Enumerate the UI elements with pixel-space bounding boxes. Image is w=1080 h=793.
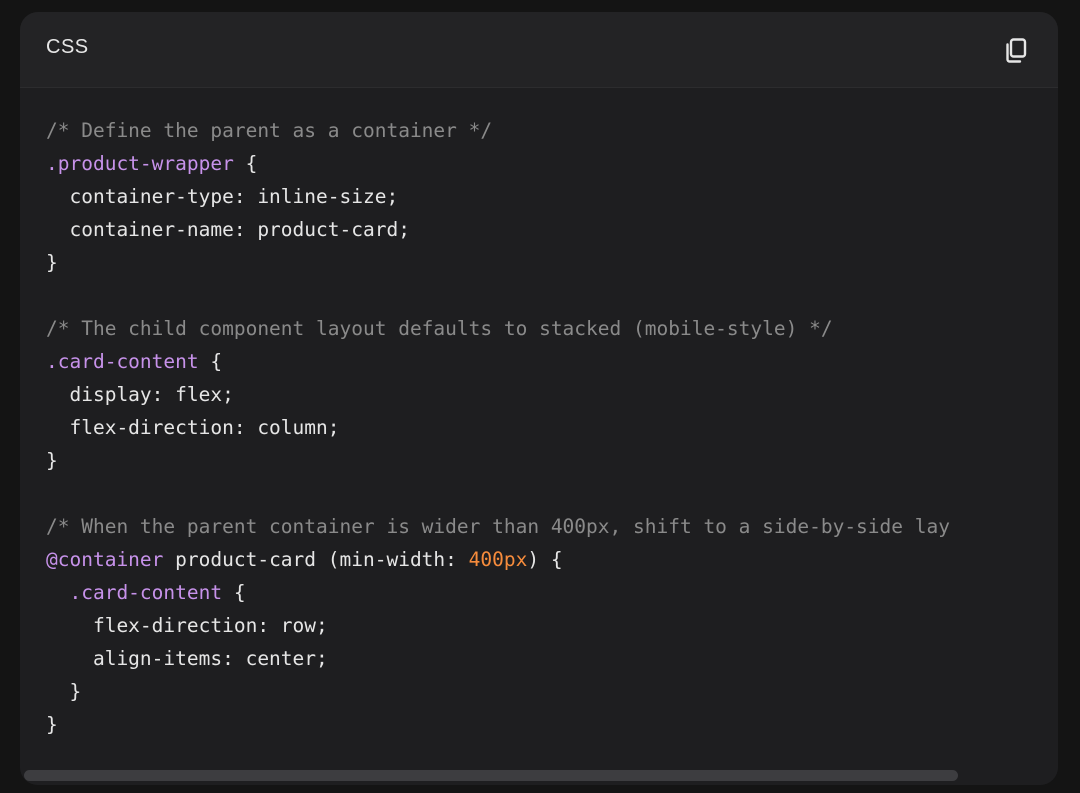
- code-line: flex-direction: column;: [46, 411, 1058, 444]
- code-token-selector: .product-wrapper: [46, 152, 234, 175]
- code-line: /* When the parent container is wider th…: [46, 510, 1058, 543]
- code-line: .card-content {: [46, 345, 1058, 378]
- horizontal-scrollbar[interactable]: [20, 766, 1058, 785]
- code-line: /* The child component layout defaults t…: [46, 312, 1058, 345]
- code-line: align-items: center;: [46, 642, 1058, 675]
- code-token-plain: {: [198, 350, 223, 373]
- code-token-number: 400px: [468, 548, 528, 571]
- code-line: /* Define the parent as a container */: [46, 114, 1058, 147]
- code-block: CSS /* Define the parent as a container …: [20, 12, 1058, 785]
- code-line: }: [46, 708, 1058, 741]
- code-line: }: [46, 246, 1058, 279]
- code-line: }: [46, 444, 1058, 477]
- code-token-comment: /* When the parent container is wider th…: [46, 515, 950, 538]
- code-line: container-name: product-card;: [46, 213, 1058, 246]
- code-token-selector: .card-content: [46, 350, 199, 373]
- code-line: flex-direction: row;: [46, 609, 1058, 642]
- code-line: container-type: inline-size;: [46, 180, 1058, 213]
- code-line: display: flex;: [46, 378, 1058, 411]
- code-line: }: [46, 675, 1058, 708]
- code-token-plain: flex-direction: row;: [46, 614, 328, 637]
- code-token-plain: align-items: center;: [46, 647, 328, 670]
- code-token-plain: }: [46, 449, 58, 472]
- code-text: /* Define the parent as a container */ .p…: [20, 88, 1058, 741]
- code-line: @container product-card (min-width: 400p…: [46, 543, 1058, 576]
- code-line: .card-content {: [46, 576, 1058, 609]
- code-token-plain: product-card (min-width:: [163, 548, 469, 571]
- code-token-plain: {: [222, 581, 246, 604]
- code-token-plain: container-type: inline-size;: [46, 185, 399, 208]
- code-token-plain: ) {: [527, 548, 563, 571]
- code-token-selector: .card-content: [69, 581, 223, 604]
- copy-button[interactable]: [1004, 38, 1028, 64]
- copy-icon: [1006, 38, 1027, 63]
- code-token-plain: }: [46, 680, 82, 703]
- code-line: .product-wrapper {: [46, 147, 1058, 180]
- code-block-header: CSS: [20, 12, 1058, 88]
- code-token-comment: /* Define the parent as a container */: [46, 119, 493, 142]
- code-area[interactable]: /* Define the parent as a container */ .p…: [20, 88, 1058, 766]
- code-token-plain: }: [46, 251, 58, 274]
- code-token-plain: }: [46, 713, 58, 736]
- code-token-comment: /* The child component layout defaults t…: [46, 317, 833, 340]
- scrollbar-thumb[interactable]: [24, 770, 958, 781]
- code-token-keyword: @container: [46, 548, 164, 571]
- code-token-plain: flex-direction: column;: [46, 416, 340, 439]
- code-token-plain: {: [233, 152, 258, 175]
- code-token-plain: container-name: product-card;: [46, 218, 410, 241]
- code-token-plain: display: flex;: [46, 383, 234, 406]
- language-label: CSS: [46, 36, 89, 58]
